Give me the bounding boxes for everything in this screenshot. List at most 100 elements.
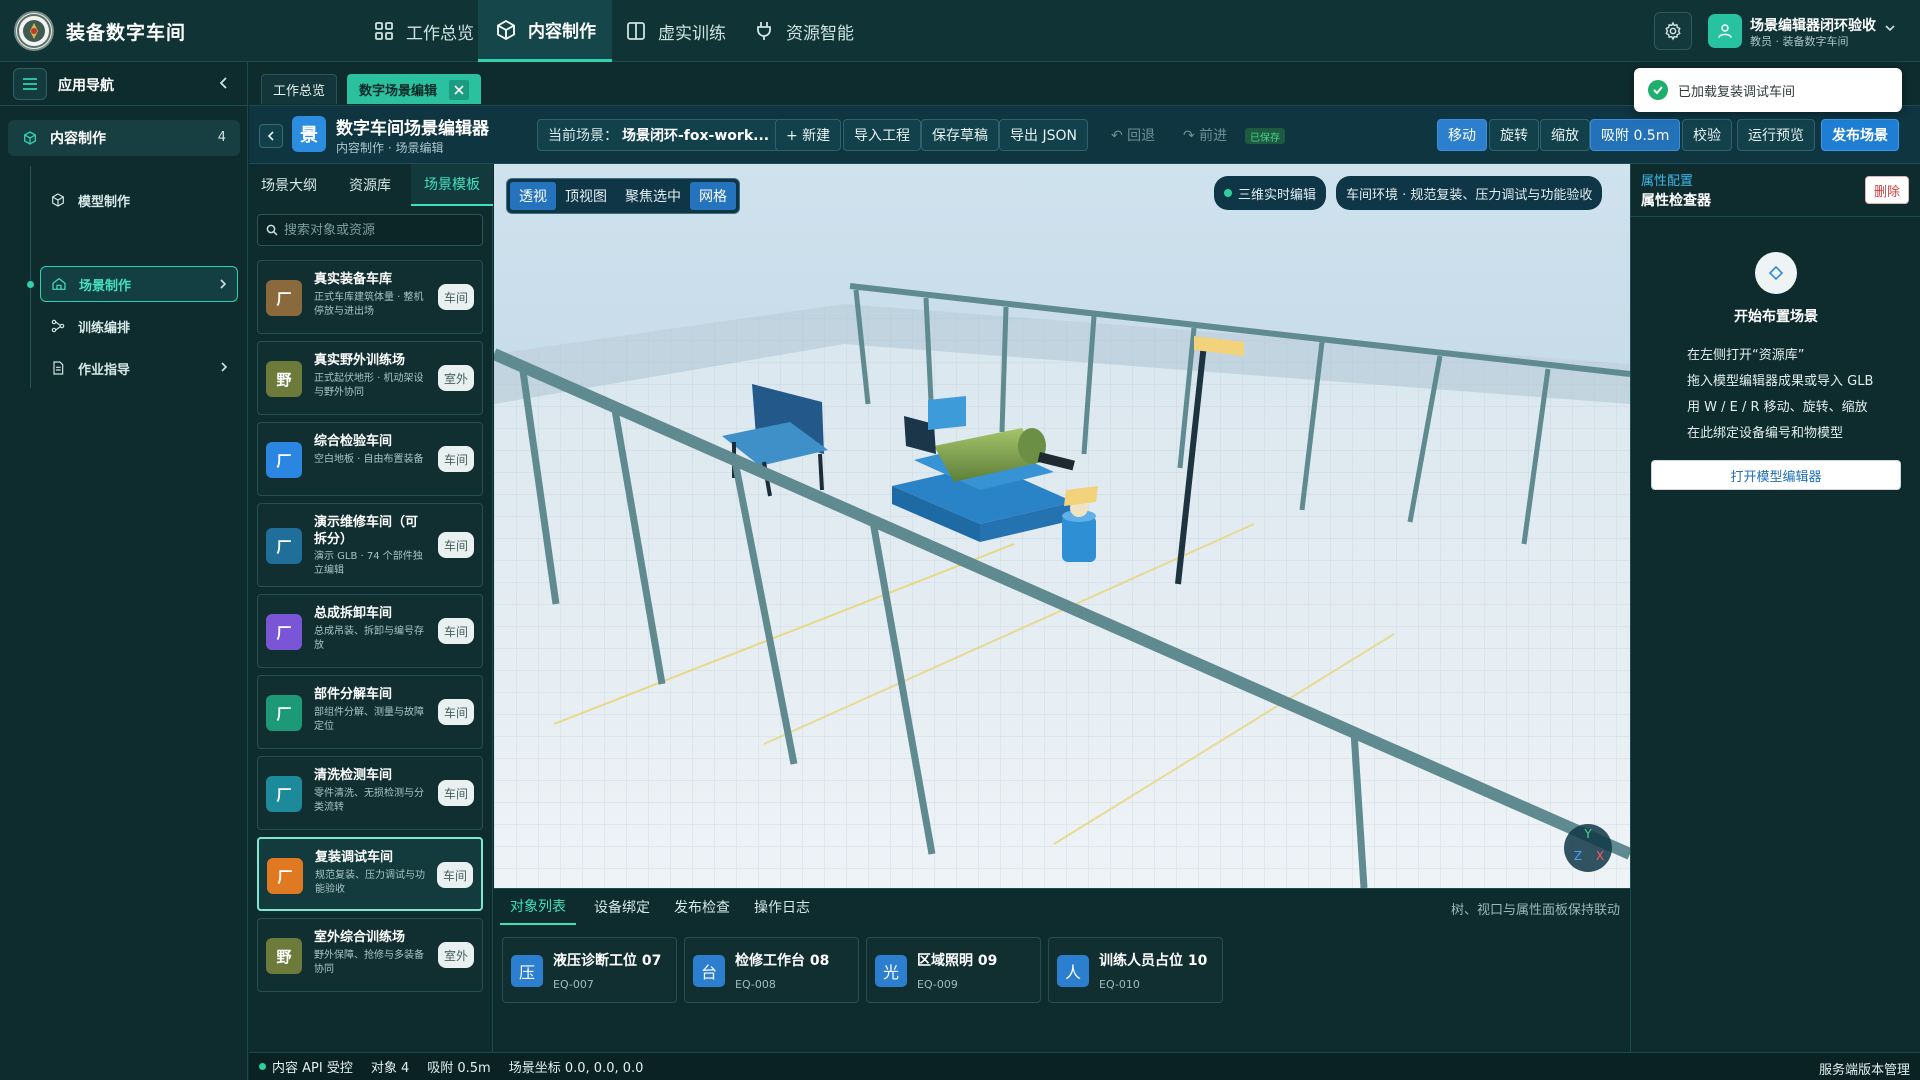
hint-line: 用 W / E / R 移动、旋转、缩放 <box>1687 400 1868 415</box>
close-icon[interactable] <box>449 79 470 100</box>
move-tool-button[interactable]: 移动 <box>1437 119 1487 151</box>
topnav-resource[interactable]: 资源智能 <box>736 0 870 62</box>
template-icon: 厂 <box>267 858 303 894</box>
validate-button[interactable]: 校验 <box>1682 119 1732 151</box>
tab-device-binding[interactable]: 设备绑定 <box>584 889 660 925</box>
new-button[interactable]: + 新建 <box>775 119 842 151</box>
tab-operation-log[interactable]: 操作日志 <box>744 889 820 925</box>
cube-icon <box>22 130 38 146</box>
tab-overview[interactable]: 工作总览 <box>261 74 338 104</box>
inspector-title: 属性检查器 <box>1641 193 1711 209</box>
object-name: 训练人员占位 10 <box>1099 953 1208 969</box>
publish-scene-button[interactable]: 发布场景 <box>1821 119 1899 151</box>
topnav-overview-label: 工作总览 <box>406 23 474 44</box>
template-desc: 规范复装、压力调试与功能验收 <box>315 870 425 895</box>
search-input[interactable] <box>284 222 474 238</box>
topnav-resource-label: 资源智能 <box>786 23 854 44</box>
template-desc: 正式车库建筑体量 · 整机停放与进出场 <box>314 292 424 317</box>
object-card[interactable]: 台检修工作台 08 EQ-008 <box>684 937 859 1003</box>
focus-selected-button[interactable]: 聚焦选中 <box>616 182 690 210</box>
template-badge[interactable]: 车间 <box>438 532 474 558</box>
nav-item-training[interactable]: 训练编排 <box>40 308 238 344</box>
object-card[interactable]: 光区域照明 09 EQ-009 <box>866 937 1041 1003</box>
scene-editor-icon: 景 <box>292 116 326 152</box>
nav-item-model[interactable]: 模型制作 <box>40 182 238 218</box>
back-button[interactable] <box>259 124 283 148</box>
user-role: 教员 · 装备数字车间 <box>1750 35 1849 48</box>
nav-group-content[interactable]: 内容制作 4 <box>8 120 240 156</box>
import-button[interactable]: 导入工程 <box>843 119 921 151</box>
object-card[interactable]: 压液压诊断工位 07 EQ-007 <box>502 937 677 1003</box>
scene-template-card[interactable]: 厂真实装备车库 正式车库建筑体量 · 整机停放与进出场 车间 <box>257 260 483 334</box>
3d-viewport[interactable]: Y Z X 透视 顶视图 聚焦选中 网格 三维实时编辑 车间环境 · 规范复装、… <box>494 164 1630 888</box>
nav-item-guide[interactable]: 作业指导 <box>40 350 238 386</box>
tab-scene-outline[interactable]: 场景大纲 <box>249 164 329 206</box>
template-icon: 厂 <box>266 528 302 564</box>
tab-object-list[interactable]: 对象列表 <box>500 889 576 925</box>
object-card[interactable]: 人训练人员占位 10 EQ-010 <box>1048 937 1223 1003</box>
nav-menu-button[interactable] <box>13 68 47 100</box>
user-name[interactable]: 场景编辑器闭环验收 <box>1750 15 1876 35</box>
template-badge[interactable]: 车间 <box>438 446 474 472</box>
tab-publish-check[interactable]: 发布检查 <box>664 889 740 925</box>
object-name: 液压诊断工位 07 <box>553 953 662 969</box>
editor-header: 景 数字车间场景编辑器 内容制作 · 场景编辑 当前场景： 场景闭环-fox-w… <box>249 106 1920 164</box>
redo-button[interactable]: ↷ 前进 <box>1173 119 1237 151</box>
scale-tool-button[interactable]: 缩放 <box>1540 119 1590 151</box>
topnav-content[interactable]: 内容制作 <box>478 0 612 62</box>
nav-item-scene[interactable]: 场景制作 <box>40 266 238 302</box>
scene-value: 场景闭环-fox-work... <box>622 128 770 144</box>
scene-template-card[interactable]: 厂清洗检测车间 零件清洗、无损检测与分类流转 车间 <box>257 756 483 830</box>
template-badge[interactable]: 车间 <box>438 780 474 806</box>
scene-template-card[interactable]: 野真实野外训练场 正式起伏地形 · 机动架设与野外协同 室外 <box>257 341 483 415</box>
template-desc: 总成吊装、拆卸与编号存放 <box>314 626 424 651</box>
template-badge[interactable]: 车间 <box>438 699 474 725</box>
cube-icon <box>50 192 66 208</box>
search-icon <box>266 224 278 236</box>
scene-template-card[interactable]: 厂综合检验车间 空白地板 · 自由布置装备 车间 <box>257 422 483 496</box>
topnav-overview[interactable]: 工作总览 <box>356 0 490 62</box>
object-icon: 台 <box>693 955 725 987</box>
undo-button[interactable]: ↶ 回退 <box>1101 119 1165 151</box>
chevron-down-icon[interactable] <box>1884 22 1896 34</box>
scene-template-card[interactable]: 厂复装调试车间 规范复装、压力调试与功能验收 车间 <box>257 837 483 911</box>
scene-resource-panel: 场景大纲 资源库 场景模板 厂真实装备车库正式车库建筑体量 · 整机停放与进出场… <box>249 164 493 1052</box>
scene-render[interactable]: Y Z X <box>494 164 1630 888</box>
template-badge[interactable]: 车间 <box>437 862 473 888</box>
scene-template-card[interactable]: 厂总成拆卸车间 总成吊装、拆卸与编号存放 车间 <box>257 594 483 668</box>
top-view-button[interactable]: 顶视图 <box>556 182 616 210</box>
template-badge[interactable]: 车间 <box>438 284 474 310</box>
snap-button[interactable]: 吸附 0.5m <box>1590 119 1681 151</box>
tab-resource-library[interactable]: 资源库 <box>329 164 411 206</box>
chevron-left-icon[interactable] <box>218 76 230 90</box>
open-model-editor-button[interactable]: 打开模型编辑器 <box>1651 460 1901 490</box>
doc-icon <box>50 360 66 376</box>
scene-template-card[interactable]: 厂部件分解车间 部组件分解、测量与故障定位 车间 <box>257 675 483 749</box>
nav-item-label: 场景制作 <box>79 278 132 294</box>
status-objects: 对象 4 <box>370 1061 410 1076</box>
grid-toggle-button[interactable]: 网格 <box>690 182 736 210</box>
nav-group-label: 内容制作 <box>50 131 106 147</box>
tab-scene-templates[interactable]: 场景模板 <box>411 164 493 206</box>
run-preview-button[interactable]: 运行预览 <box>1737 119 1815 151</box>
scene-template-card[interactable]: 野室外综合训练场 野外保障、抢修与多装备协同 室外 <box>257 918 483 992</box>
template-icon: 野 <box>266 938 302 974</box>
settings-button[interactable] <box>1654 12 1692 50</box>
top-bar: 装备数字车间 工作总览 内容制作 虚实训练 资源智能 场景编辑器闭环验收 教员 … <box>0 0 1920 62</box>
template-badge[interactable]: 室外 <box>438 942 474 968</box>
user-avatar[interactable] <box>1708 14 1742 48</box>
rotate-tool-button[interactable]: 旋转 <box>1489 119 1539 151</box>
export-json-button[interactable]: 导出 JSON <box>999 119 1088 151</box>
tab-scene-editor[interactable]: 数字场景编辑 <box>347 74 482 104</box>
scene-template-card[interactable]: 厂演示维修车间（可拆分） 演示 GLB · 74 个部件独立编辑 车间 <box>257 503 483 587</box>
template-badge[interactable]: 室外 <box>438 365 474 391</box>
template-badge[interactable]: 车间 <box>438 618 474 644</box>
delete-button[interactable]: 删除 <box>1865 176 1909 204</box>
topnav-training[interactable]: 虚实训练 <box>608 0 742 62</box>
save-draft-button[interactable]: 保存草稿 <box>921 119 999 151</box>
perspective-view-button[interactable]: 透视 <box>510 182 556 210</box>
current-scene-select[interactable]: 当前场景： 场景闭环-fox-work... <box>537 119 781 151</box>
object-name: 区域照明 09 <box>917 953 998 969</box>
environment-chip: 车间环境 · 规范复装、压力调试与功能验收 <box>1336 176 1603 210</box>
template-name: 综合检验车间 <box>314 434 393 449</box>
